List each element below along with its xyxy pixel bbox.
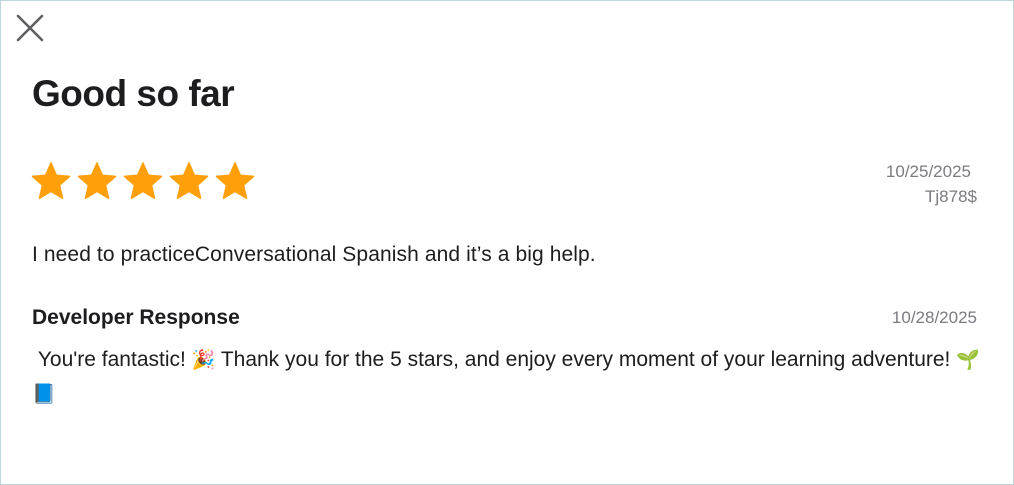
- star-icon: [169, 162, 209, 199]
- developer-response-text-2: Thank you for the 5 stars, and enjoy eve…: [215, 348, 957, 371]
- star-icon: [31, 162, 71, 199]
- developer-response-body: You're fantastic! 🎉 Thank you for the 5 …: [32, 343, 982, 411]
- review-dialog: Good so far 10/25/2025 Tj878$ I need to …: [0, 0, 1014, 485]
- star-icon: [77, 162, 117, 199]
- party-popper-icon: 🎉: [191, 350, 216, 371]
- developer-response-date: 10/28/2025: [891, 308, 977, 327]
- developer-response-heading: Developer Response: [32, 306, 240, 329]
- close-icon: [16, 14, 44, 42]
- review-meta: 10/25/2025 Tj878$: [886, 159, 977, 209]
- star-icon: [215, 162, 255, 199]
- review-author: Tj878$: [925, 187, 977, 206]
- review-date: 10/25/2025: [885, 162, 971, 181]
- star-rating: [31, 161, 255, 201]
- seedling-icon: 🌱: [956, 350, 980, 371]
- review-title: Good so far: [32, 73, 235, 114]
- close-button[interactable]: [13, 11, 47, 45]
- star-icon: [123, 162, 163, 199]
- developer-response-text-1: You're fantastic!: [32, 348, 192, 371]
- book-icon: 📘: [32, 384, 56, 405]
- review-body: I need to practiceConversational Spanish…: [32, 243, 596, 266]
